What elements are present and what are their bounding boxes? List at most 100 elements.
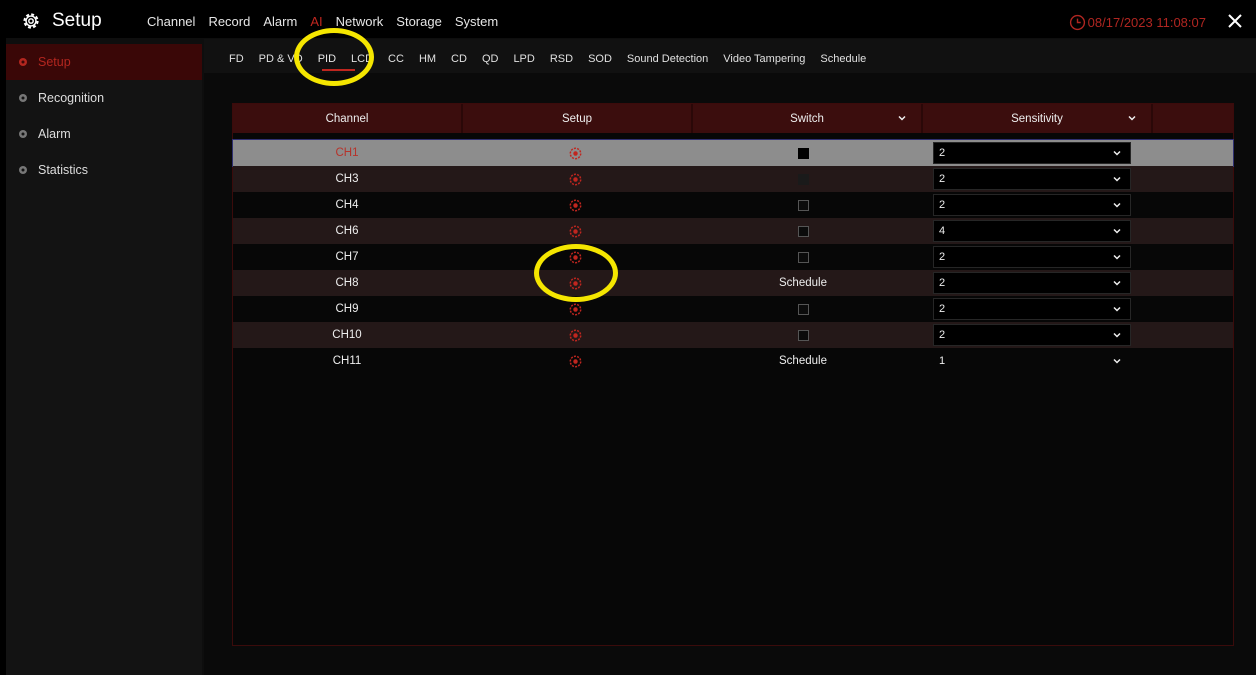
sensitivity-cell: 2: [933, 192, 1131, 218]
nav-storage[interactable]: Storage: [396, 14, 442, 29]
nav-record[interactable]: Record: [208, 14, 250, 29]
tab-pid[interactable]: PID: [318, 53, 336, 65]
sensitivity-select[interactable]: 2: [933, 272, 1131, 294]
channel-cell: CH7: [233, 244, 461, 270]
gear-icon: [23, 13, 39, 29]
sidebar-item-statistics[interactable]: Statistics: [6, 152, 202, 188]
switch-cell: [689, 244, 917, 270]
table-row[interactable]: CH4 2: [233, 192, 1233, 218]
target-icon[interactable]: [569, 173, 582, 186]
table-row[interactable]: CH9 2: [233, 296, 1233, 322]
tab-fd[interactable]: FD: [229, 53, 244, 65]
switch-checkbox[interactable]: [797, 173, 809, 185]
chevron-down-icon: [1113, 306, 1121, 312]
switch-cell: Schedule: [689, 270, 917, 296]
table-row[interactable]: CH6 4: [233, 218, 1233, 244]
tab-cc[interactable]: CC: [388, 53, 404, 65]
sensitivity-value: 2: [939, 147, 946, 159]
header-sensitivity[interactable]: Sensitivity: [923, 104, 1153, 133]
chevron-down-icon: [1113, 176, 1121, 182]
sensitivity-select[interactable]: 1: [933, 350, 1131, 372]
sensitivity-select[interactable]: 2: [933, 324, 1131, 346]
sensitivity-select[interactable]: 2: [933, 194, 1131, 216]
channel-cell: CH10: [233, 322, 461, 348]
content-panel: FD PD & VD PID LCD CC HM CD QD LPD RSD S…: [204, 39, 1256, 675]
brand: Setup: [20, 10, 102, 32]
tab-lcd[interactable]: LCD: [351, 53, 373, 65]
switch-cell: [689, 140, 917, 166]
switch-checkbox[interactable]: [797, 329, 809, 341]
sensitivity-cell: 1: [933, 348, 1131, 374]
sensitivity-cell: 2: [933, 270, 1131, 296]
tab-sound-detection[interactable]: Sound Detection: [627, 53, 708, 65]
sidebar-item-setup[interactable]: Setup: [6, 44, 202, 80]
close-icon[interactable]: [1226, 12, 1244, 30]
table-row[interactable]: CH1 2: [232, 139, 1234, 167]
switch-checkbox[interactable]: [797, 251, 809, 263]
header-switch-label: Switch: [790, 112, 824, 125]
sensitivity-value: 2: [939, 329, 946, 341]
tab-video-tampering[interactable]: Video Tampering: [723, 53, 805, 65]
switch-checkbox[interactable]: [797, 225, 809, 237]
tab-lpd[interactable]: LPD: [513, 53, 534, 65]
target-icon[interactable]: [569, 277, 582, 290]
target-icon: [19, 94, 27, 102]
tab-cd[interactable]: CD: [451, 53, 467, 65]
tab-schedule[interactable]: Schedule: [820, 53, 866, 65]
switch-cell: Schedule: [689, 348, 917, 374]
switch-schedule-link[interactable]: Schedule: [779, 355, 827, 367]
target-icon[interactable]: [569, 303, 582, 316]
switch-checkbox[interactable]: [797, 303, 809, 315]
switch-checkbox[interactable]: [797, 147, 809, 159]
sidebar-item-alarm[interactable]: Alarm: [6, 116, 202, 152]
tab-sod[interactable]: SOD: [588, 53, 612, 65]
switch-schedule-link[interactable]: Schedule: [779, 277, 827, 289]
target-icon[interactable]: [569, 355, 582, 368]
tab-rsd[interactable]: RSD: [550, 53, 573, 65]
sensitivity-select[interactable]: 2: [933, 298, 1131, 320]
tab-qd[interactable]: QD: [482, 53, 499, 65]
sensitivity-select[interactable]: 2: [933, 142, 1131, 164]
header-switch[interactable]: Switch: [693, 104, 923, 133]
table-row[interactable]: CH10 2: [233, 322, 1233, 348]
target-icon[interactable]: [569, 147, 582, 160]
nav-system[interactable]: System: [455, 14, 498, 29]
target-icon[interactable]: [569, 329, 582, 342]
setup-cell: [461, 140, 689, 166]
channel-label: CH6: [335, 225, 359, 237]
sensitivity-select[interactable]: 2: [933, 168, 1131, 190]
table-row[interactable]: CH3 2: [233, 166, 1233, 192]
target-icon[interactable]: [569, 199, 582, 212]
tab-pd-vd[interactable]: PD & VD: [259, 53, 303, 65]
chevron-down-icon: [1113, 332, 1121, 338]
channel-label: CH7: [335, 251, 359, 263]
target-icon[interactable]: [569, 225, 582, 238]
tab-hm[interactable]: HM: [419, 53, 436, 65]
nav-network[interactable]: Network: [336, 14, 384, 29]
sensitivity-select[interactable]: 4: [933, 220, 1131, 242]
app-window: Setup Channel Record Alarm AI Network St…: [6, 6, 1256, 675]
header-spacer: [1153, 104, 1233, 133]
sensitivity-select[interactable]: 2: [933, 246, 1131, 268]
header-sensitivity-label: Sensitivity: [1011, 112, 1063, 125]
channel-label: CH8: [335, 277, 359, 289]
table-row[interactable]: CH7 2: [233, 244, 1233, 270]
main-nav: Channel Record Alarm AI Network Storage …: [147, 14, 511, 29]
chevron-down-icon[interactable]: [1127, 113, 1137, 123]
channel-cell: CH11: [233, 348, 461, 374]
chevron-down-icon: [1113, 254, 1121, 260]
table-row[interactable]: CH8 Schedule 2: [233, 270, 1233, 296]
active-tab-underline: [322, 69, 355, 71]
nav-ai[interactable]: AI: [310, 14, 322, 29]
nav-alarm[interactable]: Alarm: [263, 14, 297, 29]
sensitivity-cell: 2: [933, 244, 1131, 270]
nav-channel[interactable]: Channel: [147, 14, 195, 29]
chevron-down-icon[interactable]: [897, 113, 907, 123]
sidebar-item-label: Alarm: [38, 127, 71, 141]
table-row[interactable]: CH11 Schedule 1: [233, 348, 1233, 374]
switch-checkbox[interactable]: [797, 199, 809, 211]
target-icon[interactable]: [569, 251, 582, 264]
switch-cell: [689, 218, 917, 244]
sidebar-item-recognition[interactable]: Recognition: [6, 80, 202, 116]
sensitivity-cell: 2: [933, 166, 1131, 192]
